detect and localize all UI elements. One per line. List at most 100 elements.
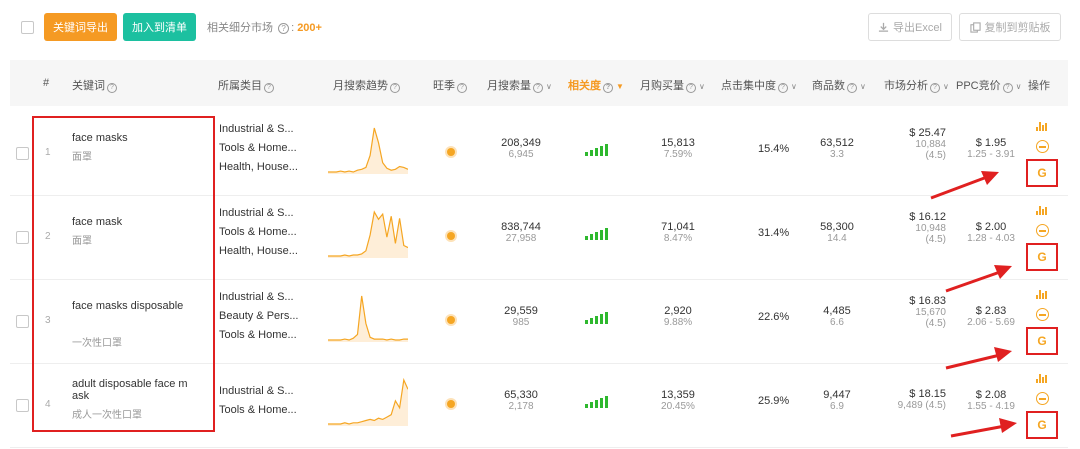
category-item[interactable]: Industrial & S... <box>219 288 298 307</box>
ppc-cell: $ 1.95 1.25 - 3.91 <box>956 137 1026 160</box>
help-icon[interactable]: ? <box>686 83 696 93</box>
ppc-range: 2.06 - 5.69 <box>967 317 1015 328</box>
keyword-highlight-box <box>32 116 215 432</box>
related-market[interactable]: 相关细分市场 ?: 200+ <box>207 19 322 35</box>
category-item[interactable]: Industrial & S... <box>219 382 297 401</box>
review-count: 10,884 <box>915 139 946 150</box>
ppc-cell: $ 2.08 1.55 - 4.19 <box>956 389 1026 412</box>
chevron-down-icon: ▼ <box>616 82 624 91</box>
help-icon[interactable]: ? <box>930 83 940 93</box>
google-icon[interactable]: G <box>1035 418 1049 432</box>
help-icon[interactable]: ? <box>1002 83 1013 93</box>
trend-area <box>328 380 408 426</box>
trend-sparkline[interactable] <box>328 292 408 342</box>
avg-price: $ 16.83 <box>909 295 946 307</box>
rating: (4.5) <box>925 234 946 245</box>
help-icon[interactable]: ? <box>457 83 467 93</box>
market-analysis-cell: $ 25.47 10,884 (4.5) <box>876 127 946 161</box>
col-product-count[interactable]: 商品数? ∨ <box>812 77 866 93</box>
row-checkbox[interactable] <box>16 147 29 160</box>
monthly-sales: 15,813 <box>661 137 695 149</box>
review-count: 10,948 <box>915 223 946 234</box>
col-ppc-bid[interactable]: PPC竞价? ∨ <box>956 77 1021 93</box>
trend-sparkline[interactable] <box>328 124 408 174</box>
help-icon[interactable]: ? <box>847 83 857 93</box>
row-checkbox[interactable] <box>16 315 29 328</box>
category-list: Industrial & S... Beauty & Pers... Tools &… <box>219 288 298 345</box>
export-excel-label: 导出Excel <box>893 22 942 34</box>
market-analysis-cell: $ 16.83 15,670 (4.5) <box>876 295 946 329</box>
export-keywords-button[interactable]: 关键词导出 <box>44 13 117 41</box>
help-icon[interactable]: ? <box>264 83 274 93</box>
minus-circle-icon[interactable] <box>1036 308 1049 321</box>
minus-circle-icon[interactable] <box>1036 140 1049 153</box>
col-trend[interactable]: 月搜索趋势? <box>333 77 402 93</box>
col-product-count-label: 商品数 <box>812 80 845 92</box>
google-highlight-box: G <box>1026 411 1058 439</box>
sales-cell: 71,041 8.47% <box>643 221 713 244</box>
col-season-label: 旺季 <box>433 80 455 92</box>
category-item[interactable]: Industrial & S... <box>219 120 298 139</box>
help-icon[interactable]: ? <box>603 83 613 93</box>
col-monthly-sales[interactable]: 月购买量? ∨ <box>640 77 705 93</box>
trend-sparkline[interactable] <box>328 376 408 426</box>
product-count: 9,447 <box>823 389 851 401</box>
avg-price: $ 18.15 <box>909 388 946 400</box>
col-relevance-label: 相关度 <box>568 80 601 92</box>
col-relevance[interactable]: 相关度? ▼ <box>568 77 624 93</box>
row-checkbox[interactable] <box>16 231 29 244</box>
keyword-research-page: 关键词导出 加入到清单 相关细分市场 ?: 200+ 导出Excel 复制到剪贴… <box>0 0 1080 449</box>
category-item[interactable]: Tools & Home... <box>219 223 298 242</box>
google-icon[interactable]: G <box>1035 250 1049 264</box>
row-checkbox[interactable] <box>16 399 29 412</box>
monthly-sales: 71,041 <box>661 221 695 233</box>
col-click-concentration[interactable]: 点击集中度? ∨ <box>721 77 797 93</box>
category-item[interactable]: Health, House... <box>219 242 298 261</box>
help-icon[interactable]: ? <box>390 83 400 93</box>
col-monthly-search[interactable]: 月搜索量? ∨ <box>487 77 552 93</box>
help-icon[interactable]: ? <box>533 83 543 93</box>
col-category-label: 所属类目 <box>218 80 262 92</box>
bar-chart-icon[interactable] <box>1036 122 1047 131</box>
product-count: 4,485 <box>823 305 851 317</box>
ppc-cell: $ 2.00 1.28 - 4.03 <box>956 221 1026 244</box>
col-click-label: 点击集中度 <box>721 80 776 92</box>
season-indicator <box>447 316 455 324</box>
chevron-down-icon: ∨ <box>546 82 552 91</box>
click-concentration: 31.4% <box>758 227 790 239</box>
bar-chart-icon[interactable] <box>1036 290 1047 299</box>
export-excel-button[interactable]: 导出Excel <box>868 13 952 41</box>
copy-clipboard-button[interactable]: 复制到剪贴板 <box>959 13 1061 41</box>
season-indicator <box>447 148 455 156</box>
category-item[interactable]: Tools & Home... <box>219 326 298 345</box>
bar-chart-icon[interactable] <box>1036 206 1047 215</box>
google-icon[interactable]: G <box>1035 166 1049 180</box>
copy-clipboard-label: 复制到剪贴板 <box>984 22 1051 34</box>
col-market-analysis[interactable]: 市场分析? ∨ <box>884 77 949 93</box>
toolbar: 关键词导出 加入到清单 相关细分市场 ?: 200+ 导出Excel 复制到剪贴… <box>0 0 1080 56</box>
relevance-bars <box>585 144 608 156</box>
category-item[interactable]: Industrial & S... <box>219 204 298 223</box>
google-icon[interactable]: G <box>1035 334 1049 348</box>
category-item[interactable]: Health, House... <box>219 158 298 177</box>
click-concentration: 15.4% <box>758 143 790 155</box>
minus-circle-icon[interactable] <box>1036 224 1049 237</box>
category-item[interactable]: Beauty & Pers... <box>219 307 298 326</box>
minus-circle-icon[interactable] <box>1036 392 1049 405</box>
category-item[interactable]: Tools & Home... <box>219 401 297 420</box>
category-item[interactable]: Tools & Home... <box>219 139 298 158</box>
relevance-bars <box>585 228 608 240</box>
help-icon[interactable]: ? <box>778 83 788 93</box>
help-icon[interactable]: ? <box>278 23 290 34</box>
help-icon[interactable]: ? <box>107 83 117 93</box>
ppc-range: 1.55 - 4.19 <box>967 401 1015 412</box>
search-volume: 65,330 <box>504 389 538 401</box>
add-to-list-button[interactable]: 加入到清单 <box>123 13 196 41</box>
trend-sparkline[interactable] <box>328 208 408 258</box>
col-category[interactable]: 所属类目? <box>218 77 276 93</box>
select-all-checkbox[interactable] <box>21 21 34 34</box>
col-season[interactable]: 旺季? <box>433 77 469 93</box>
col-keyword[interactable]: 关键词? <box>72 77 119 93</box>
bar-chart-icon[interactable] <box>1036 374 1047 383</box>
product-count-sub: 3.3 <box>830 149 844 160</box>
